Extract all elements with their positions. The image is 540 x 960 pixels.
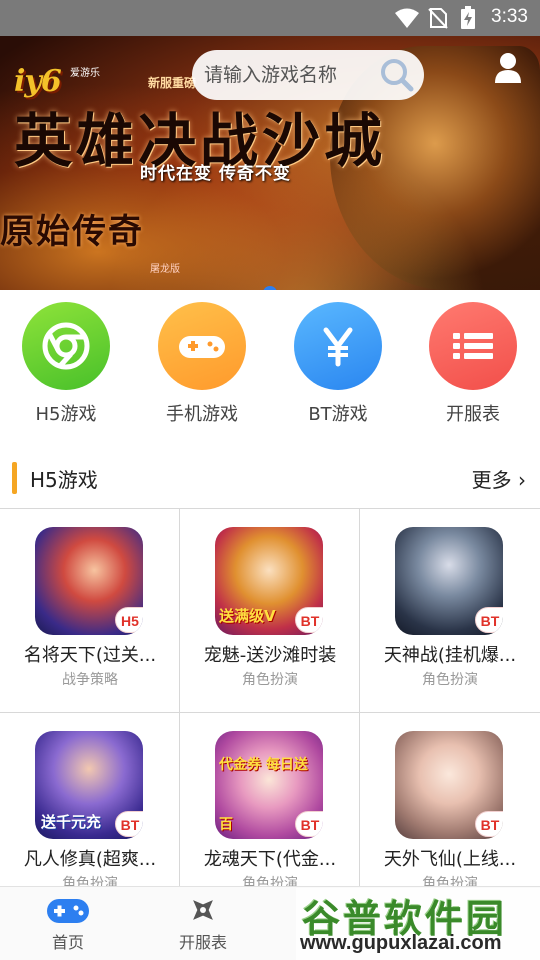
nav-label: 手机游戏 xyxy=(166,404,238,425)
game-grid: H5 名将天下(过关... 战争策略 送满级V BT 宠魅-送沙滩时装 角色扮演… xyxy=(0,508,540,886)
game-card[interactable]: BT 天神战(挂机爆... 角色扮演 xyxy=(360,509,540,713)
tab-label: 开服表 xyxy=(178,933,227,952)
game-art-text: 送千元充 xyxy=(41,813,102,831)
banner-slogan: 时代在变 传奇不变 xyxy=(140,164,291,184)
nav-label: BT游戏 xyxy=(308,404,368,425)
game-tag: BT xyxy=(475,607,503,633)
game-card[interactable]: H5 名将天下(过关... 战争策略 xyxy=(0,509,180,713)
nav-server-list[interactable]: 开服表 xyxy=(413,302,533,426)
game-card[interactable]: 代金券 每日送百 BT 龙魂天下(代金... 角色扮演 xyxy=(180,713,360,886)
no-sim-icon xyxy=(428,8,448,29)
game-genre: 战争策略 xyxy=(62,672,118,688)
section-accent-bar xyxy=(12,462,17,494)
gamepad-icon xyxy=(179,336,225,358)
nav-h5-games[interactable]: H5游戏 xyxy=(6,302,126,426)
game-art-text: 送满级V xyxy=(219,607,276,625)
game-icon: 送千元充 BT xyxy=(35,731,143,839)
tab-home[interactable]: 首页 xyxy=(18,895,118,953)
game-icon: BT xyxy=(395,731,503,839)
clock: 3:33 xyxy=(491,6,528,27)
nav-label: H5游戏 xyxy=(35,404,97,425)
section-title: H5游戏 xyxy=(30,468,98,492)
battery-charging-icon xyxy=(461,6,475,29)
banner-new-server: 新服重磅 xyxy=(148,76,197,90)
game-tag: BT xyxy=(475,811,503,837)
nav-bt-games[interactable]: BT游戏 xyxy=(278,302,398,426)
game-tag: BT xyxy=(295,811,323,837)
yen-icon xyxy=(323,327,353,367)
game-genre: 角色扮演 xyxy=(242,672,298,688)
site-watermark: 谷普软件园 www.gupuxlazai.com xyxy=(296,888,540,960)
game-name: 宠魅-送沙滩时装 xyxy=(203,645,337,666)
watermark-url: www.gupuxlazai.com xyxy=(300,932,502,954)
banner-seal: 屠龙版 xyxy=(150,264,180,275)
nav-label: 开服表 xyxy=(446,404,500,425)
wifi-icon xyxy=(395,8,419,28)
game-genre: 角色扮演 xyxy=(62,876,118,886)
game-icon: H5 xyxy=(35,527,143,635)
quick-nav: H5游戏 手机游戏 BT游戏 开服表 xyxy=(0,290,540,440)
brand-logo-sub: 爱游乐 xyxy=(70,68,100,79)
search-input[interactable] xyxy=(204,50,374,100)
game-card[interactable]: 送满级V BT 宠魅-送沙滩时装 角色扮演 xyxy=(180,509,360,713)
section-header: H5游戏 更多 › xyxy=(0,458,540,498)
game-name: 天神战(挂机爆... xyxy=(383,645,517,666)
tab-label: 首页 xyxy=(51,933,84,952)
nav-mobile-games[interactable]: 手机游戏 xyxy=(142,302,262,426)
chrome-icon xyxy=(42,322,90,370)
game-icon: 送满级V BT xyxy=(215,527,323,635)
game-icon: 代金券 每日送百 BT xyxy=(215,731,323,839)
game-genre: 角色扮演 xyxy=(242,876,298,886)
search-icon[interactable] xyxy=(378,56,416,94)
game-tag: H5 xyxy=(115,607,143,633)
game-name: 凡人修真(超爽... xyxy=(23,849,157,870)
tab-server-list[interactable]: 开服表 xyxy=(153,895,253,953)
more-link[interactable]: 更多 › xyxy=(472,464,526,493)
game-tag: BT xyxy=(295,607,323,633)
game-card[interactable]: 送千元充 BT 凡人修真(超爽... 角色扮演 xyxy=(0,713,180,886)
search-box xyxy=(192,50,424,100)
user-icon[interactable] xyxy=(494,52,522,84)
list-icon xyxy=(453,333,493,359)
game-name: 名将天下(过关... xyxy=(23,645,157,666)
game-genre: 角色扮演 xyxy=(422,672,478,688)
game-card[interactable]: BT 天外飞仙(上线... 角色扮演 xyxy=(360,713,540,886)
game-icon: BT xyxy=(395,527,503,635)
game-genre: 角色扮演 xyxy=(422,876,478,886)
game-name: 龙魂天下(代金... xyxy=(203,849,337,870)
game-name: 天外飞仙(上线... xyxy=(383,849,517,870)
shuriken-icon xyxy=(193,900,213,920)
gamepad-icon xyxy=(47,899,89,923)
status-bar: 3:33 xyxy=(0,0,540,36)
game-tag: BT xyxy=(115,811,143,837)
banner-subhead: 原始传奇 xyxy=(0,212,144,252)
